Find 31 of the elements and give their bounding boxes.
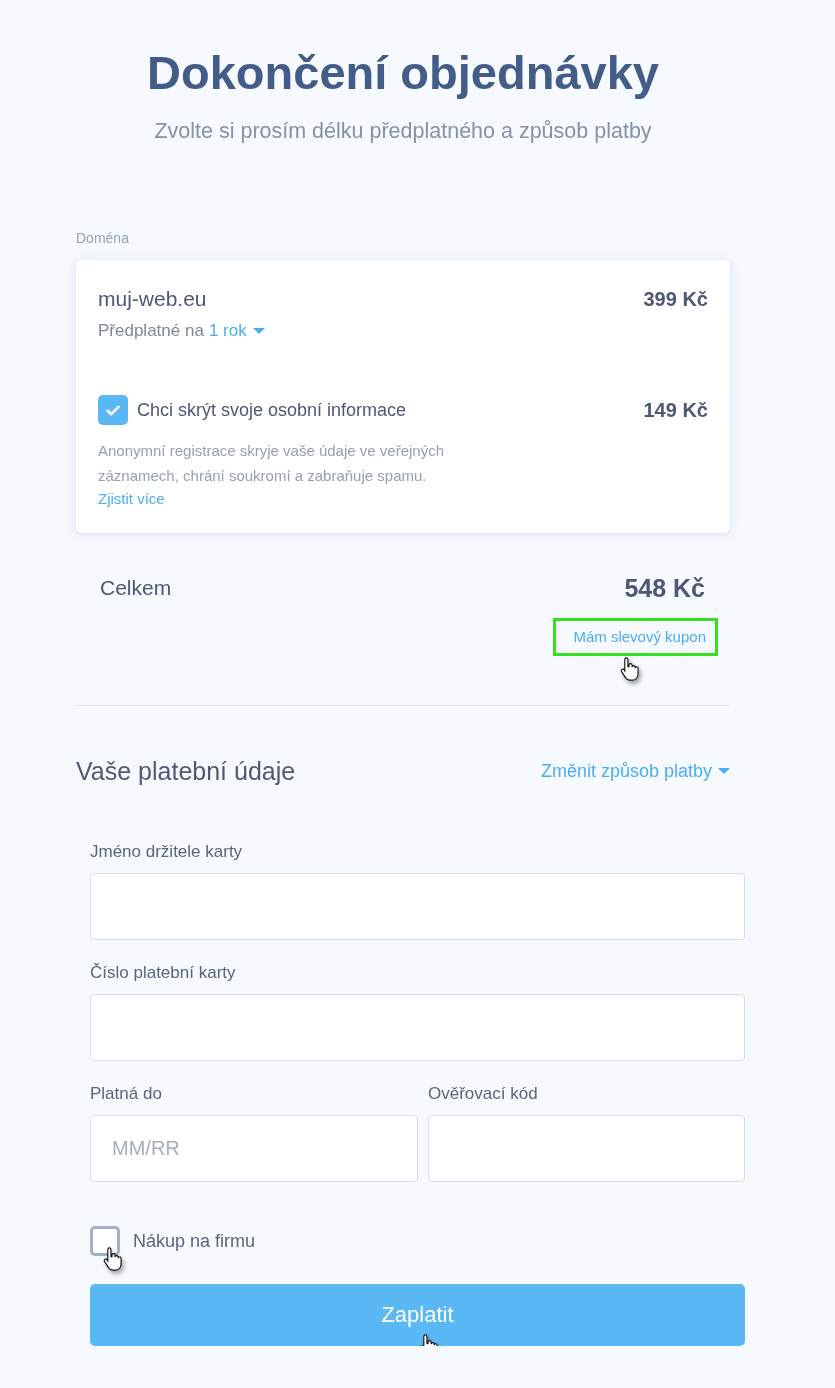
input-field[interactable] [428,1115,745,1182]
field-label: Číslo platební karty [90,962,237,984]
field-label: Ověřovací kód [428,1083,539,1105]
input-field[interactable]: MM/RR [90,1115,418,1182]
payment-method-dropdown[interactable]: Změnit způsob platby [540,759,730,783]
total-label: Celkem [100,575,172,601]
caret-icon [252,328,265,334]
input-field[interactable] [90,873,745,940]
checkbox[interactable] [98,395,128,425]
price: 399 Kč [643,287,708,312]
check-icon [106,404,120,416]
pay-button[interactable]: Zaplatit [90,1284,745,1346]
coupon-link[interactable]: Mám slevový kupon [573,627,706,647]
subscription-label: Předplatné na [98,320,204,342]
field-label: Jméno držitele karty [90,841,244,863]
subscription-dropdown[interactable]: 1 rok [208,320,265,342]
page-subtitle: Zvolte si prosím délku předplatného a způsob platby [153,118,653,145]
input-field[interactable] [90,994,745,1061]
checkbox-label: Chci skrýt svoje osobní informace [137,399,407,422]
page-title: Dokončení objednávky [146,45,660,101]
caret-icon [718,768,730,774]
learn-more-link[interactable]: Zjistit více [98,488,165,510]
domain-name: muj-web.eu [98,286,207,312]
total-amount: 548 Kč [624,573,705,603]
checkbox-label: Nákup na firmu [133,1230,256,1253]
checkbox[interactable] [90,1226,120,1256]
field-label: Platná do [90,1083,163,1105]
description-text: Anonymní registrace skryje vaše údaje ve veřejných záznamech, chrání soukromí a zabraňuje spamu. [98,441,445,486]
section-label: Doména [76,229,130,247]
section-heading: Vaše platební údaje [76,756,296,787]
price: 149 Kč [643,398,708,423]
